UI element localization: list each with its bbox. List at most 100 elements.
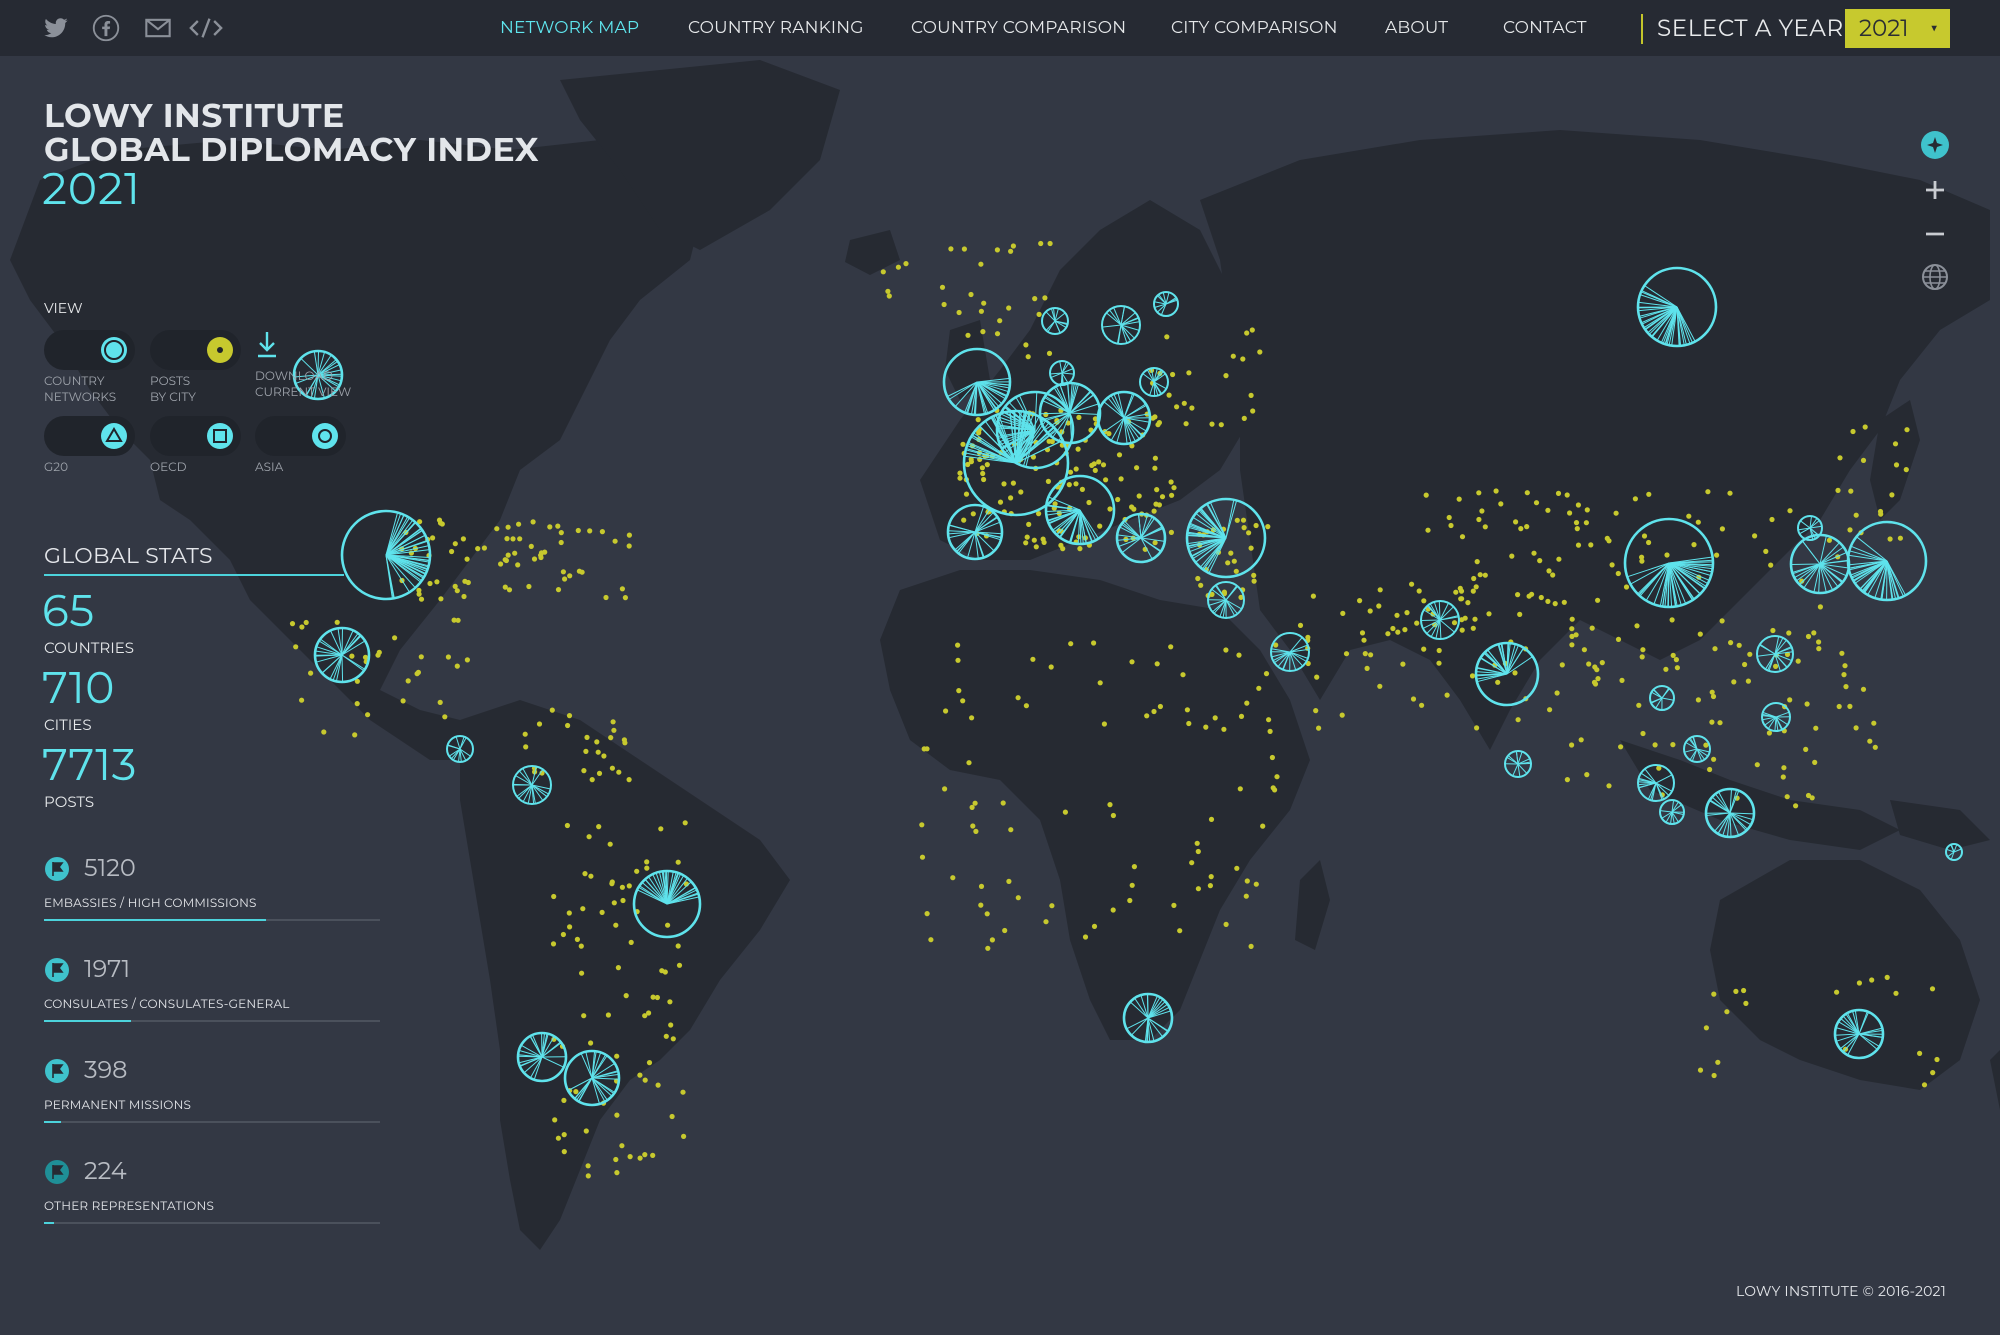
city-post-dot[interactable] [615,965,622,971]
city-post-dot[interactable] [1795,658,1801,664]
city-post-dot[interactable] [1134,465,1140,471]
zoom-in-icon[interactable] [1920,175,1950,205]
city-post-dot[interactable] [1609,562,1615,568]
city-post-dot[interactable] [584,734,590,741]
city-post-dot[interactable] [1843,684,1849,690]
city-post-dot[interactable] [1531,550,1537,556]
city-post-dot[interactable] [1545,598,1551,605]
city-post-dot[interactable] [619,586,626,592]
city-post-dot[interactable] [608,735,614,741]
city-post-dot[interactable] [445,654,451,660]
city-post-dot[interactable] [611,900,617,906]
city-post-dot[interactable] [1118,476,1124,482]
city-post-dot[interactable] [1006,878,1012,885]
city-post-dot[interactable] [430,535,436,541]
toggle-oecd[interactable] [150,416,241,456]
city-post-dot[interactable] [1930,1070,1936,1076]
city-post-dot[interactable] [1157,703,1163,710]
city-post-dot[interactable] [956,309,962,316]
city-post-dot[interactable] [1453,589,1459,595]
city-post-dot[interactable] [1362,651,1368,657]
city-post-dot[interactable] [1414,620,1420,626]
city-post-dot[interactable] [1697,631,1703,637]
city-post-dot[interactable] [1817,604,1823,610]
city-post-dot[interactable] [1793,803,1799,809]
city-post-dot[interactable] [1892,441,1899,447]
city-post-dot[interactable] [1110,812,1116,819]
city-post-dot[interactable] [1248,545,1254,551]
city-post-dot[interactable] [1634,623,1640,629]
city-post-dot[interactable] [1803,746,1809,753]
city-post-dot[interactable] [924,911,930,917]
city-post-dot[interactable] [579,970,585,976]
city-post-dot[interactable] [1265,524,1271,530]
city-post-dot[interactable] [586,834,592,840]
city-post-dot[interactable] [1233,568,1239,574]
city-post-dot[interactable] [581,768,587,774]
city-post-dot[interactable] [646,1060,653,1066]
city-post-dot[interactable] [1554,690,1560,696]
city-post-dot[interactable] [1446,514,1452,521]
city-post-dot[interactable] [1267,728,1273,735]
city-post-dot[interactable] [965,332,971,338]
city-post-dot[interactable] [561,1132,567,1138]
city-post-dot[interactable] [566,910,572,916]
city-post-dot[interactable] [505,524,511,530]
city-post-dot[interactable] [1419,702,1425,708]
city-post-dot[interactable] [1010,480,1017,486]
city-post-dot[interactable] [1639,558,1645,564]
city-post-dot[interactable] [969,804,975,811]
city-post-dot[interactable] [1695,697,1701,703]
city-post-dot[interactable] [437,699,443,706]
city-post-dot[interactable] [1816,639,1822,645]
city-post-dot[interactable] [1545,507,1551,513]
city-post-dot[interactable] [1731,679,1737,685]
city-post-dot[interactable] [1550,572,1556,578]
city-post-dot[interactable] [1168,479,1174,485]
city-post-dot[interactable] [1847,527,1853,533]
city-post-dot[interactable] [567,573,573,579]
reset-view-icon[interactable] [1920,130,1950,160]
city-post-dot[interactable] [502,557,508,563]
city-post-dot[interactable] [1025,354,1031,360]
city-post-dot[interactable] [1547,707,1553,713]
city-post-dot[interactable] [1812,759,1818,766]
city-post-dot[interactable] [981,476,987,483]
city-post-dot[interactable] [1154,661,1160,667]
city-post-dot[interactable] [680,1089,686,1095]
city-post-dot[interactable] [1062,809,1068,815]
city-post-dot[interactable] [1636,702,1642,708]
city-post-dot[interactable] [1769,516,1775,523]
city-post-dot[interactable] [1129,882,1135,888]
city-post-dot[interactable] [1209,421,1215,427]
city-post-dot[interactable] [642,1152,648,1158]
city-post-dot[interactable] [620,897,626,904]
city-post-dot[interactable] [578,943,584,949]
city-post-dot[interactable] [583,1128,589,1134]
city-post-dot[interactable] [461,593,467,600]
city-post-dot[interactable] [1917,1050,1923,1056]
city-post-dot[interactable] [362,654,369,660]
city-post-dot[interactable] [637,1155,643,1161]
city-post-dot[interactable] [644,865,650,871]
city-post-dot[interactable] [1811,630,1817,636]
city-post-dot[interactable] [1376,603,1382,609]
city-post-dot[interactable] [1476,490,1482,496]
city-post-dot[interactable] [609,765,616,771]
nav-item-country-comparison[interactable]: COUNTRY COMPARISON [911,0,1126,56]
city-post-dot[interactable] [464,657,470,663]
city-post-dot[interactable] [1008,495,1014,501]
city-post-dot[interactable] [1002,927,1008,934]
city-post-dot[interactable] [1786,630,1792,636]
city-post-dot[interactable] [1569,626,1575,632]
city-post-dot[interactable] [1228,550,1234,556]
city-post-dot[interactable] [1136,493,1142,499]
city-post-dot[interactable] [1781,765,1787,771]
city-post-dot[interactable] [1100,462,1107,468]
city-post-dot[interactable] [1076,414,1082,420]
city-post-dot[interactable] [655,1082,661,1088]
city-post-dot[interactable] [1724,1009,1730,1015]
city-post-dot[interactable] [449,548,455,555]
city-post-dot[interactable] [610,719,616,725]
city-post-dot[interactable] [1448,522,1454,529]
